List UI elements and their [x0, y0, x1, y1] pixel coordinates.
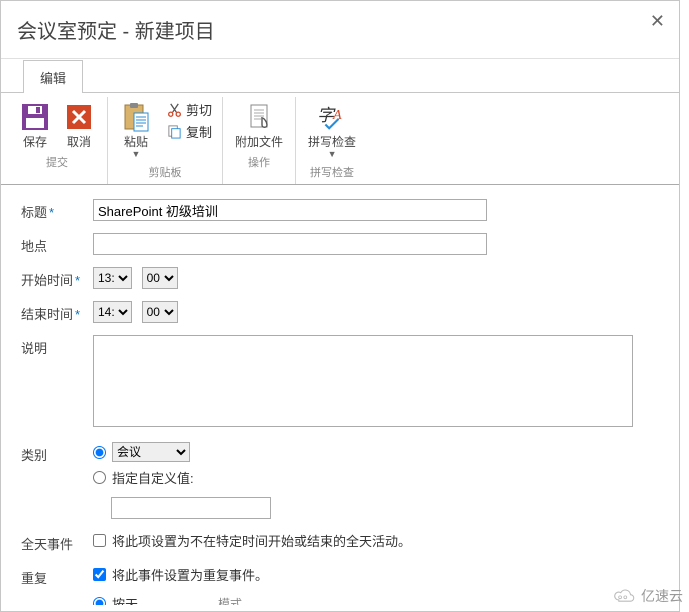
copy-icon: [166, 124, 182, 140]
save-icon: [19, 101, 51, 133]
ribbon-group-spell: 字A 拼写检查 ▼ 拼写检查: [296, 97, 368, 184]
save-button[interactable]: 保存: [13, 99, 57, 151]
title-input[interactable]: [93, 199, 487, 221]
watermark: 亿速云: [611, 586, 683, 606]
cancel-button[interactable]: 取消: [57, 99, 101, 151]
cut-button[interactable]: 剪切: [162, 99, 216, 120]
tabs: 编辑: [1, 59, 679, 92]
label-allday: 全天事件: [21, 531, 93, 553]
copy-button[interactable]: 复制: [162, 121, 216, 142]
form-area: 标题* 地点 开始时间* 13: 00 结束时间* 14: 00 说明: [1, 185, 679, 605]
end-min-select[interactable]: 00: [142, 301, 178, 323]
repeat-daily-radio[interactable]: [93, 597, 106, 605]
attach-button[interactable]: 附加文件: [229, 99, 289, 151]
label-start: 开始时间*: [21, 267, 93, 289]
cancel-icon: [63, 101, 95, 133]
paste-icon: [120, 101, 152, 133]
attach-icon: [243, 101, 275, 133]
label-repeat: 重复: [21, 565, 93, 587]
ribbon-group-clipboard: 粘贴 ▼ 剪切 复制: [108, 97, 223, 184]
dialog-header: 会议室预定 - 新建项目 ✕: [1, 1, 679, 59]
tab-edit[interactable]: 编辑: [23, 60, 83, 93]
chevron-down-icon: ▼: [328, 149, 337, 159]
label-title: 标题*: [21, 199, 93, 221]
description-textarea[interactable]: [93, 335, 633, 427]
repeat-checkbox[interactable]: [93, 568, 106, 581]
category-select[interactable]: 会议: [112, 442, 190, 462]
start-min-select[interactable]: 00: [142, 267, 178, 289]
label-description: 说明: [21, 335, 93, 357]
dialog: 会议室预定 - 新建项目 ✕ 编辑 保存 取消 提交: [0, 0, 680, 612]
ribbon-group-submit: 保存 取消 提交: [7, 97, 108, 184]
spellcheck-icon: 字A: [316, 101, 348, 133]
ribbon: 保存 取消 提交 粘贴 ▼: [1, 92, 679, 185]
category-custom-input[interactable]: [111, 497, 271, 519]
ribbon-group-actions: 附加文件 操作: [223, 97, 296, 184]
label-category: 类别: [21, 442, 93, 464]
start-hour-select[interactable]: 13:: [93, 267, 132, 289]
dialog-title: 会议室预定 - 新建项目: [17, 15, 629, 44]
close-button[interactable]: ✕: [650, 11, 665, 32]
location-input[interactable]: [93, 233, 487, 255]
cloud-icon: [611, 588, 637, 604]
end-hour-select[interactable]: 14:: [93, 301, 132, 323]
label-location: 地点: [21, 233, 93, 255]
cut-icon: [166, 102, 182, 118]
spellcheck-button[interactable]: 字A 拼写检查 ▼: [302, 99, 362, 161]
category-radio-select[interactable]: [93, 446, 106, 459]
allday-checkbox[interactable]: [93, 534, 106, 547]
chevron-down-icon: ▼: [132, 149, 141, 159]
paste-button[interactable]: 粘贴 ▼: [114, 99, 158, 161]
category-radio-custom[interactable]: [93, 471, 106, 484]
label-end: 结束时间*: [21, 301, 93, 323]
